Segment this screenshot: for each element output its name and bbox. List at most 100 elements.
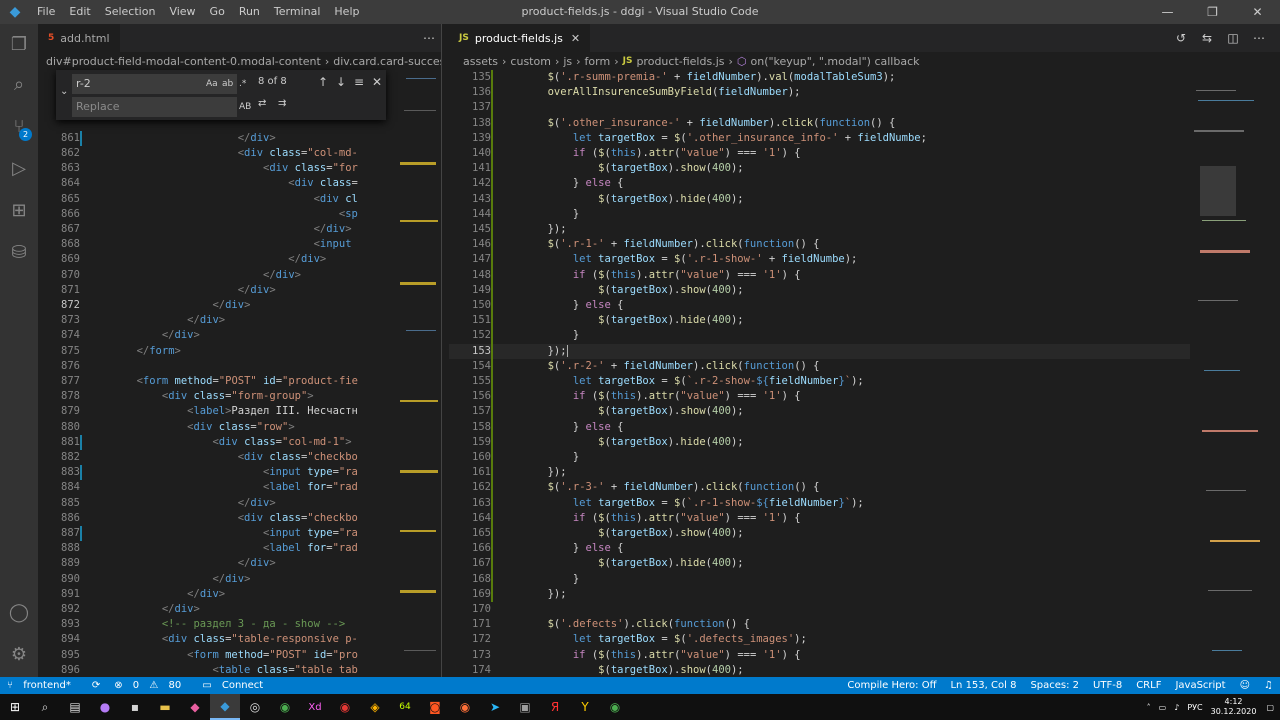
database-icon[interactable]: ⛁ [0, 232, 38, 272]
compile-hero-status[interactable]: Compile Hero: Off [840, 680, 943, 691]
sync-icon[interactable]: ⟳ [85, 680, 107, 691]
app-icon[interactable]: 64 [390, 694, 420, 720]
breadcrumb-item[interactable]: on("keyup", ".modal") callback [751, 55, 920, 68]
chrome-icon[interactable]: ◉ [270, 694, 300, 720]
connect-status[interactable]: ▭ Connect [195, 680, 277, 691]
replace-all-icon[interactable]: ⇉ [278, 98, 286, 109]
yandex-browser-icon[interactable]: Y [570, 694, 600, 720]
input-language[interactable]: РУС [1183, 703, 1206, 712]
indentation-status[interactable]: Spaces: 2 [1023, 680, 1086, 691]
app-icon[interactable]: ◆ [180, 694, 210, 720]
minimap[interactable] [1190, 70, 1280, 677]
close-icon[interactable]: ✕ [1235, 0, 1280, 24]
whole-word-icon[interactable]: ab [222, 79, 233, 89]
error-count: 0 [132, 680, 140, 691]
notifications-icon[interactable]: ▢ [1260, 703, 1280, 712]
chrome-icon[interactable]: ◉ [600, 694, 630, 720]
chevron-down-icon[interactable]: ⌄ [60, 86, 68, 97]
history-icon[interactable]: ↺ [1168, 31, 1194, 45]
branch-status[interactable]: ⑂ frontend* [0, 680, 85, 691]
status-bar-right: Compile Hero: Off Ln 153, Col 8 Spaces: … [840, 677, 1280, 694]
regex-icon[interactable]: .* [239, 79, 246, 89]
encoding-status[interactable]: UTF-8 [1086, 680, 1129, 691]
code-editor-right[interactable]: 135 $('.r-summ-premia-' + fieldNumber).v… [449, 70, 1190, 677]
menu-bar: File Edit Selection View Go Run Terminal… [30, 0, 366, 24]
windows-start-icon[interactable]: ⊞ [0, 694, 30, 720]
vscode-taskbar-icon[interactable]: ◆ [210, 694, 240, 720]
close-icon[interactable]: ✕ [571, 32, 580, 45]
chevron-up-icon[interactable]: ˄ [1143, 703, 1155, 712]
menu-file[interactable]: File [30, 0, 62, 24]
breadcrumb-item[interactable]: div.card.card-success [333, 55, 441, 68]
problems-status[interactable]: ⊗ 0 ⚠ 80 [107, 680, 195, 691]
breadcrumb-item[interactable]: form [585, 55, 611, 68]
app-icon[interactable]: ◙ [420, 694, 450, 720]
arrow-up-icon[interactable]: ↑ [318, 75, 328, 89]
tab-label: product-fields.js [474, 31, 563, 45]
volume-icon[interactable]: ♪ [1170, 703, 1183, 712]
minimize-icon[interactable]: — [1145, 0, 1190, 24]
app-icon[interactable]: ● [90, 694, 120, 720]
right-tab-bar: JS product-fields.js ✕ ↺ ⇆ ◫ ⋯ [449, 24, 1280, 52]
breadcrumb-item[interactable]: product-fields.js [636, 55, 724, 68]
extensions-icon[interactable]: ⊞ [0, 190, 38, 230]
settings-gear-icon[interactable]: ⚙ [0, 634, 38, 674]
cursor-position[interactable]: Ln 153, Col 8 [943, 680, 1023, 691]
tab-product-fields-js[interactable]: JS product-fields.js ✕ [449, 24, 591, 52]
tab-label: add.html [60, 31, 110, 45]
restore-icon[interactable]: ❐ [1190, 0, 1235, 24]
eol-status[interactable]: CRLF [1129, 680, 1168, 691]
bell-icon[interactable]: ♫ [1257, 680, 1280, 691]
replace-icon[interactable]: ⇄ [258, 98, 266, 109]
run-debug-icon[interactable]: ▷ [0, 148, 38, 188]
arrow-down-icon[interactable]: ↓ [336, 75, 346, 89]
tab-add-html[interactable]: 5 add.html [38, 24, 120, 52]
firefox-icon[interactable]: ◉ [450, 694, 480, 720]
app-icon[interactable]: ▪ [120, 694, 150, 720]
breadcrumb-item[interactable]: js [563, 55, 572, 68]
compare-icon[interactable]: ⇆ [1194, 31, 1220, 45]
selection-icon[interactable]: ≡ [354, 75, 364, 89]
menu-terminal[interactable]: Terminal [267, 0, 328, 24]
search-icon[interactable]: ⌕ [30, 694, 60, 720]
chevron-right-icon: › [554, 54, 560, 68]
status-bar: ⑂ frontend* ⟳ ⊗ 0 ⚠ 80 ▭ Connect Compile… [0, 677, 1280, 694]
match-case-icon[interactable]: Aa [206, 79, 218, 89]
language-mode[interactable]: JavaScript [1168, 680, 1232, 691]
preserve-case-icon[interactable]: AB [239, 102, 251, 112]
windows-taskbar: ⊞ ⌕ ▤ ● ▪ ▬ ◆ ◆ ◎ ◉ Xd ◉ ◈ 64 ◙ ◉ ➤ ▣ Я … [0, 694, 1280, 720]
app-icon[interactable]: ▣ [510, 694, 540, 720]
close-icon[interactable]: ✕ [372, 75, 382, 89]
breadcrumb-item[interactable]: div#product-field-modal-content-0.modal-… [46, 55, 321, 68]
more-actions-icon[interactable]: ⋯ [1246, 31, 1272, 45]
task-view-icon[interactable]: ▤ [60, 694, 90, 720]
file-explorer-icon[interactable]: ▬ [150, 694, 180, 720]
steam-icon[interactable]: ◎ [240, 694, 270, 720]
search-icon[interactable]: ⌕ [0, 64, 38, 104]
menu-run[interactable]: Run [232, 0, 267, 24]
xd-icon[interactable]: Xd [300, 694, 330, 720]
source-control-icon[interactable]: ⑂ 2 [0, 106, 38, 146]
yandex-icon[interactable]: Я [540, 694, 570, 720]
breadcrumb-item[interactable]: assets [463, 55, 498, 68]
account-icon[interactable]: ◯ [0, 592, 38, 632]
menu-go[interactable]: Go [203, 0, 232, 24]
breadcrumb-item[interactable]: custom [510, 55, 551, 68]
app-icon[interactable]: ◉ [330, 694, 360, 720]
explorer-icon[interactable]: ❐ [0, 24, 38, 64]
minimap[interactable] [400, 70, 441, 677]
network-icon[interactable]: ▭ [1155, 703, 1171, 712]
app-icon[interactable]: ◈ [360, 694, 390, 720]
code-editor-left[interactable]: t 861 </div> 862 <div class="col-md- 863… [38, 70, 400, 677]
menu-selection[interactable]: Selection [98, 0, 163, 24]
split-editor-icon[interactable]: ◫ [1220, 31, 1246, 45]
menu-view[interactable]: View [162, 0, 202, 24]
telegram-icon[interactable]: ➤ [480, 694, 510, 720]
clock[interactable]: 4:12 30.12.2020 [1207, 697, 1261, 717]
feedback-icon[interactable]: ☺ [1233, 680, 1257, 691]
replace-input[interactable]: Replace [72, 97, 237, 117]
menu-help[interactable]: Help [327, 0, 366, 24]
editor-split-sash[interactable] [441, 24, 449, 677]
menu-edit[interactable]: Edit [62, 0, 97, 24]
more-actions-icon[interactable]: ⋯ [423, 31, 435, 45]
